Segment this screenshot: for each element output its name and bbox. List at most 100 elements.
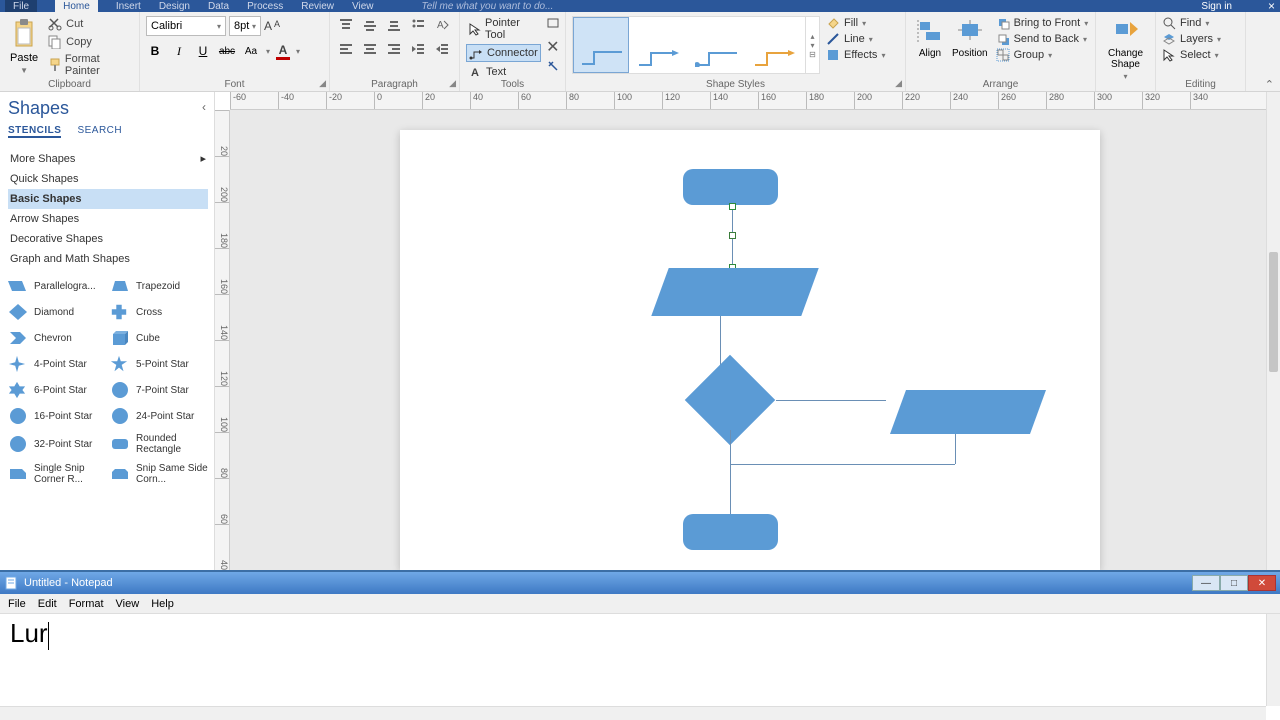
paste-button[interactable]: Paste ▼: [6, 16, 42, 78]
shape-chev[interactable]: Chevron: [8, 329, 106, 347]
style-swatch-3[interactable]: [689, 17, 745, 73]
menu-home[interactable]: Home: [55, 0, 98, 12]
conn-handle-start[interactable]: [729, 203, 736, 210]
canvas[interactable]: [230, 110, 1280, 570]
np-menu-file[interactable]: File: [8, 598, 26, 610]
underline-button[interactable]: U: [194, 42, 212, 60]
style-gallery[interactable]: ▴ ▾ ⊟: [572, 16, 820, 74]
drawing-page[interactable]: [400, 130, 1100, 570]
menu-insert[interactable]: Insert: [116, 1, 141, 12]
menu-process[interactable]: Process: [247, 1, 283, 12]
shape-cross[interactable]: Cross: [110, 303, 208, 321]
signin-link[interactable]: Sign in: [1201, 1, 1232, 12]
align-center-button[interactable]: [360, 40, 380, 58]
cat-graph-math-shapes[interactable]: Graph and Math Shapes: [8, 249, 208, 269]
scrollbar-thumb[interactable]: [1269, 252, 1278, 372]
gallery-up-icon[interactable]: ▴: [810, 32, 814, 41]
connector-4b[interactable]: [730, 464, 955, 465]
strike-button[interactable]: abc: [218, 42, 236, 60]
shape-rrect[interactable]: Rounded Rectangle: [110, 433, 208, 455]
tell-me[interactable]: Tell me what you want to do...: [422, 1, 554, 12]
notepad-vscroll[interactable]: [1266, 614, 1280, 706]
collapse-ribbon-icon[interactable]: ⌃: [1265, 78, 1274, 91]
shape-trap[interactable]: Trapezoid: [110, 277, 208, 295]
cat-quick-shapes[interactable]: Quick Shapes: [8, 169, 208, 189]
notepad-maximize-button[interactable]: □: [1220, 575, 1248, 591]
rectangle-tool-button[interactable]: [545, 16, 561, 35]
shape-star16[interactable]: 16-Point Star: [8, 407, 106, 425]
increase-indent-button[interactable]: [432, 40, 452, 58]
shape-end[interactable]: [683, 514, 778, 550]
shape-star32[interactable]: 32-Point Star: [8, 433, 106, 455]
shape-output[interactable]: [890, 390, 1046, 434]
gallery-more-icon[interactable]: ⊟: [809, 50, 816, 59]
align-left-button[interactable]: [336, 40, 356, 58]
font-color-button[interactable]: A: [276, 43, 290, 60]
group-button[interactable]: Group ▾: [996, 48, 1089, 62]
shape-process[interactable]: [651, 268, 818, 316]
tool-close-button[interactable]: ✕: [545, 37, 561, 57]
send-to-back-button[interactable]: Send to Back ▾: [996, 32, 1089, 46]
conn-handle-mid[interactable]: [729, 232, 736, 239]
align-middle-button[interactable]: [360, 16, 380, 34]
shape-dia[interactable]: Diamond: [8, 303, 106, 321]
more-shapes-item[interactable]: More Shapes▸: [8, 148, 208, 169]
font-launcher-icon[interactable]: ◢: [319, 78, 326, 89]
bold-button[interactable]: B: [146, 42, 164, 60]
style-swatch-2[interactable]: [631, 17, 687, 73]
style-swatch-4[interactable]: [747, 17, 803, 73]
notepad-editor[interactable]: Lur: [0, 614, 1280, 720]
text-direction-button[interactable]: A: [432, 16, 452, 34]
panel-tab-stencils[interactable]: STENCILS: [8, 125, 61, 138]
vertical-scrollbar[interactable]: [1266, 92, 1280, 570]
paragraph-launcher-icon[interactable]: ◢: [449, 78, 456, 89]
connector-2[interactable]: [720, 316, 721, 366]
shape-cube[interactable]: Cube: [110, 329, 208, 347]
text-tool-button[interactable]: AText: [466, 64, 541, 80]
shape-para[interactable]: Parallelogra...: [8, 277, 106, 295]
find-button[interactable]: Find ▾: [1162, 16, 1239, 30]
change-shape-button[interactable]: Change Shape▾: [1102, 16, 1149, 83]
tool-extra-button[interactable]: [545, 59, 561, 78]
shape-star7[interactable]: 7-Point Star: [110, 381, 208, 399]
shape-star5[interactable]: 5-Point Star: [110, 355, 208, 373]
grow-font-button[interactable]: A: [264, 19, 272, 33]
align-button[interactable]: Align: [912, 16, 948, 62]
np-menu-help[interactable]: Help: [151, 598, 174, 610]
shape-star4[interactable]: 4-Point Star: [8, 355, 106, 373]
font-size-select[interactable]: 8pt▾: [229, 16, 261, 36]
fill-button[interactable]: Fill▾: [826, 16, 885, 30]
gallery-down-icon[interactable]: ▾: [810, 41, 814, 50]
align-right-button[interactable]: [384, 40, 404, 58]
shape-snip2[interactable]: Snip Same Side Corn...: [110, 463, 208, 485]
connector-tool-button[interactable]: Connector: [466, 44, 541, 62]
notepad-minimize-button[interactable]: —: [1192, 575, 1220, 591]
pointer-tool-button[interactable]: Pointer Tool: [466, 16, 541, 42]
np-menu-format[interactable]: Format: [69, 598, 104, 610]
select-button[interactable]: Select ▾: [1162, 48, 1239, 62]
menu-data[interactable]: Data: [208, 1, 229, 12]
menu-review[interactable]: Review: [301, 1, 334, 12]
connector-5[interactable]: [730, 430, 731, 515]
cut-button[interactable]: Cut: [46, 16, 133, 32]
format-painter-button[interactable]: Format Painter: [46, 52, 133, 78]
np-menu-edit[interactable]: Edit: [38, 598, 57, 610]
shape-star24[interactable]: 24-Point Star: [110, 407, 208, 425]
shape-star6[interactable]: 6-Point Star: [8, 381, 106, 399]
menu-file[interactable]: File: [5, 0, 37, 12]
cat-decorative-shapes[interactable]: Decorative Shapes: [8, 229, 208, 249]
notepad-hscroll[interactable]: [0, 706, 1266, 720]
window-close-icon[interactable]: ×: [1268, 0, 1275, 12]
connector-4a[interactable]: [955, 434, 956, 464]
panel-collapse-icon[interactable]: ‹: [202, 100, 206, 114]
change-case-button[interactable]: Aa: [242, 42, 260, 60]
np-menu-view[interactable]: View: [116, 598, 140, 610]
decrease-indent-button[interactable]: [408, 40, 428, 58]
cat-basic-shapes[interactable]: Basic Shapes: [8, 189, 208, 209]
font-name-select[interactable]: Calibri▾: [146, 16, 226, 36]
bring-to-front-button[interactable]: Bring to Front ▾: [996, 16, 1089, 30]
line-button[interactable]: Line▾: [826, 32, 885, 46]
panel-tab-search[interactable]: SEARCH: [77, 125, 122, 138]
menu-design[interactable]: Design: [159, 1, 190, 12]
copy-button[interactable]: Copy: [46, 34, 133, 50]
